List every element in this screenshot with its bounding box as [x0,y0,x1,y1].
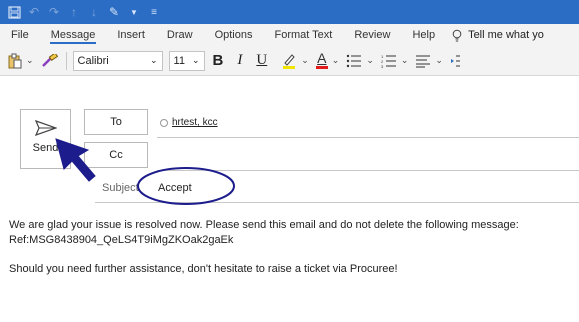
highlight-button[interactable]: ⌄ [281,51,309,71]
numbered-list-icon: 123 [381,54,396,68]
align-button[interactable]: ⌄ [415,51,443,71]
chevron-down-icon[interactable]: ⌄ [401,55,409,66]
recipient-name: hrtest, kcc [172,117,218,128]
paint-icon[interactable]: ✎ [106,4,122,20]
recipient-chip[interactable]: hrtest, kcc [160,117,218,128]
highlighter-icon [283,53,296,69]
chevron-down-icon[interactable]: ⌄ [301,55,309,66]
subject-input[interactable]: Accept [158,182,192,194]
tell-me-search[interactable]: Tell me what yo [446,29,544,42]
font-color-label: A [317,50,327,66]
bold-button[interactable]: B [213,52,224,69]
cc-button[interactable]: Cc [84,142,148,168]
body-line: Ref:MSG8438904_QeLS4T9iMgZKOak2gaEk [9,234,234,246]
indent-icon [450,55,460,66]
font-size-value: 11 [173,54,185,67]
message-body[interactable]: We are glad your issue is resolved now. … [9,218,579,277]
format-painter-icon [41,53,58,67]
chevron-down-icon[interactable]: ⌄ [332,55,340,66]
tab-file[interactable]: File [0,24,40,46]
font-name-select[interactable]: Calibri ⌄ [72,50,163,71]
send-icon [34,120,57,136]
customize-toolbar-icon[interactable]: ≡ [146,4,162,20]
subject-label: Subject [102,182,139,194]
body-line: Should you need further assistance, don'… [9,263,398,275]
tell-me-text: Tell me what yo [468,29,544,41]
cc-field[interactable] [157,170,579,171]
chevron-down-icon: ⌄ [150,55,158,65]
paste-button[interactable]: ⌄ [8,51,34,71]
subject-underline [95,202,579,203]
bullets-button[interactable]: ⌄ [346,51,374,71]
ribbon-divider [65,51,67,70]
italic-button[interactable]: I [237,52,242,69]
up-arrow-icon[interactable]: ↑ [66,4,82,20]
tab-review[interactable]: Review [343,24,401,46]
to-button[interactable]: To [84,109,148,135]
save-icon[interactable] [6,4,22,20]
underline-button[interactable]: U [256,52,267,69]
to-field[interactable] [157,137,579,138]
format-painter-button[interactable] [41,51,59,71]
tab-insert[interactable]: Insert [106,24,156,46]
send-label: Send [32,142,59,154]
tab-format-text[interactable]: Format Text [263,24,343,46]
presence-icon [160,118,168,127]
align-icon [416,55,431,67]
tab-draw[interactable]: Draw [156,24,204,46]
paste-icon [8,53,22,68]
down-arrow-icon[interactable]: ↓ [86,4,102,20]
svg-text:3: 3 [381,64,384,68]
lightbulb-icon [452,29,462,41]
redo-icon[interactable]: ↷ [46,4,62,20]
undo-icon[interactable]: ↶ [26,4,42,20]
chevron-down-icon[interactable]: ⌄ [26,55,34,66]
font-name-value: Calibri [77,54,109,67]
body-line: We are glad your issue is resolved now. … [9,219,519,231]
ribbon-tabs: File Message Insert Draw Options Format … [0,24,579,46]
font-size-select[interactable]: 11 ⌄ [168,50,205,71]
title-bar: ↶ ↷ ↑ ↓ ✎ ▼ ≡ [0,0,579,24]
chevron-down-icon[interactable]: ▼ [126,4,142,20]
font-color-button[interactable]: A ⌄ [315,50,340,71]
numbering-button[interactable]: 123 ⌄ [381,51,409,71]
tab-options[interactable]: Options [204,24,264,46]
bullet-list-icon [347,54,362,67]
chevron-down-icon[interactable]: ⌄ [366,55,374,66]
indent-button[interactable] [450,51,460,71]
send-button[interactable]: Send [20,109,71,169]
chevron-down-icon: ⌄ [192,55,200,65]
tab-help[interactable]: Help [401,24,446,46]
ribbon-toolbar: ⌄ Calibri ⌄ 11 ⌄ B I U ⌄ A ⌄ ⌄ 123 ⌄ ⌄ [0,46,579,76]
font-color-bar [315,66,328,69]
tab-message[interactable]: Message [40,24,107,46]
chevron-down-icon[interactable]: ⌄ [435,55,443,66]
